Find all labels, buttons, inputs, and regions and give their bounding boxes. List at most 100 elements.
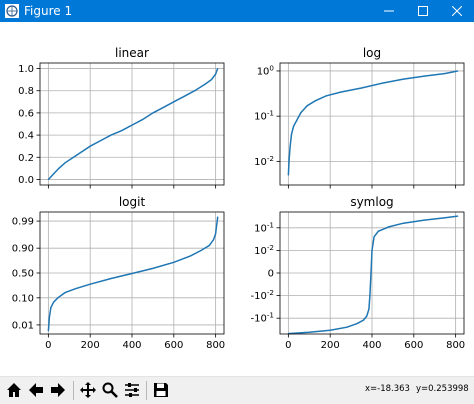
figure-svg: 0.0 0.2 0.4 0.6 0.8 1.0 linear 10-2 10-1 100 log 0 2… <box>12 46 465 351</box>
data-point <box>287 174 289 176</box>
data-point <box>366 315 368 317</box>
close-icon <box>452 6 462 16</box>
y-tick-label: 10-2 <box>254 154 274 168</box>
y-tick-label: 0.01 <box>12 320 34 331</box>
data-point <box>141 118 144 121</box>
subplot-title: log <box>363 46 381 60</box>
data-point <box>110 277 112 280</box>
window-title: Figure 1 <box>24 4 73 18</box>
data-point <box>314 100 317 102</box>
y-tick-label: 0.99 <box>12 217 34 228</box>
y-tick-label: 0.90 <box>12 244 34 255</box>
data-point <box>444 72 446 75</box>
data-point <box>64 291 66 294</box>
title-bar: Figure 1 <box>0 0 474 22</box>
data-point <box>457 215 459 217</box>
pan-icon <box>80 382 96 398</box>
x-tick-label: 600 <box>404 340 423 351</box>
data-point <box>289 147 291 149</box>
save-icon <box>154 383 168 397</box>
forward-arrow-icon <box>51 383 65 397</box>
subplot-title: logit <box>119 195 146 209</box>
series-line <box>47 216 219 331</box>
subplot-logit: 0 200 400 600 800 0.01 0.10 0.50 0.90 0.99 logit <box>12 195 225 351</box>
data-point <box>57 297 59 299</box>
data-point <box>208 244 210 247</box>
data-point <box>152 267 154 270</box>
back-button[interactable] <box>26 380 46 400</box>
series-line <box>47 68 219 181</box>
data-point <box>371 249 373 251</box>
data-point <box>183 95 185 97</box>
y-tick-label: 0.2 <box>18 153 34 164</box>
y-tick-label: 1.0 <box>18 64 34 75</box>
data-point <box>210 79 213 81</box>
data-point <box>325 95 327 97</box>
data-point <box>204 83 206 85</box>
subplots-icon <box>125 383 139 397</box>
data-point <box>296 119 298 122</box>
data-point <box>329 329 331 331</box>
minimize-icon <box>384 10 394 12</box>
y-tick-label: 0.6 <box>18 108 34 119</box>
pan-button[interactable] <box>78 380 98 400</box>
data-point <box>110 134 112 136</box>
zoom-icon <box>102 382 118 398</box>
x-tick-label: 200 <box>81 340 100 351</box>
save-button[interactable] <box>151 380 171 400</box>
series-line <box>288 215 458 335</box>
y-tick-label: -10-2 <box>250 288 274 302</box>
forward-button[interactable] <box>48 380 68 400</box>
data-point <box>131 124 133 126</box>
y-tick-label: -10-1 <box>250 311 274 325</box>
data-point <box>300 111 302 114</box>
data-point <box>388 226 390 228</box>
data-point <box>217 216 219 218</box>
data-point <box>402 78 404 80</box>
data-point <box>423 75 425 77</box>
maximize-button[interactable] <box>406 0 440 22</box>
navigation-toolbar: x=-18.363 y=0.253998 <box>0 376 474 404</box>
x-tick-label: 0 <box>45 340 51 351</box>
data-point <box>381 82 384 84</box>
data-point <box>47 330 49 332</box>
data-point <box>340 91 342 93</box>
home-button[interactable] <box>4 380 24 400</box>
y-tick-label: 10-1 <box>254 220 274 234</box>
data-point <box>74 288 77 290</box>
data-point <box>360 87 363 89</box>
data-point <box>370 272 372 274</box>
data-point <box>292 125 295 127</box>
data-point <box>152 112 154 114</box>
zoom-button[interactable] <box>100 380 120 400</box>
y-coordinate-readout: y=0.253998 <box>416 384 469 394</box>
data-point <box>306 105 308 107</box>
figure-canvas[interactable]: 0.0 0.2 0.4 0.6 0.8 1.0 linear 10-2 10-1 100 log 0 2… <box>0 22 474 376</box>
data-point <box>49 176 52 178</box>
data-point <box>189 255 192 257</box>
y-tick-label: 0.10 <box>12 293 34 304</box>
minimize-button[interactable] <box>372 0 406 22</box>
subplot-log: 10-2 10-1 100 log <box>254 46 465 189</box>
data-point <box>423 219 425 221</box>
data-point <box>173 261 175 263</box>
x-tick-label: 400 <box>362 340 381 351</box>
y-tick-label: 0 <box>268 269 274 280</box>
x-tick-label: 800 <box>446 340 465 351</box>
y-tick-label: 0.0 <box>18 175 34 186</box>
data-point <box>58 167 60 169</box>
subplot-symlog: 0 200 400 600 800 -10-1 -10-2 0 10-2 10-1 symlog <box>250 195 465 351</box>
y-tick-label: 100 <box>257 63 275 77</box>
data-point <box>48 316 51 318</box>
data-point <box>368 308 370 310</box>
data-point <box>212 239 215 241</box>
close-button[interactable] <box>440 0 474 22</box>
data-point <box>52 301 55 303</box>
subplots-button[interactable] <box>122 380 142 400</box>
data-point <box>308 331 310 333</box>
data-point <box>50 306 52 309</box>
data-point <box>215 233 217 235</box>
data-point <box>457 70 459 72</box>
x-tick-label: 400 <box>122 340 141 351</box>
x-tick-label: 800 <box>206 340 225 351</box>
